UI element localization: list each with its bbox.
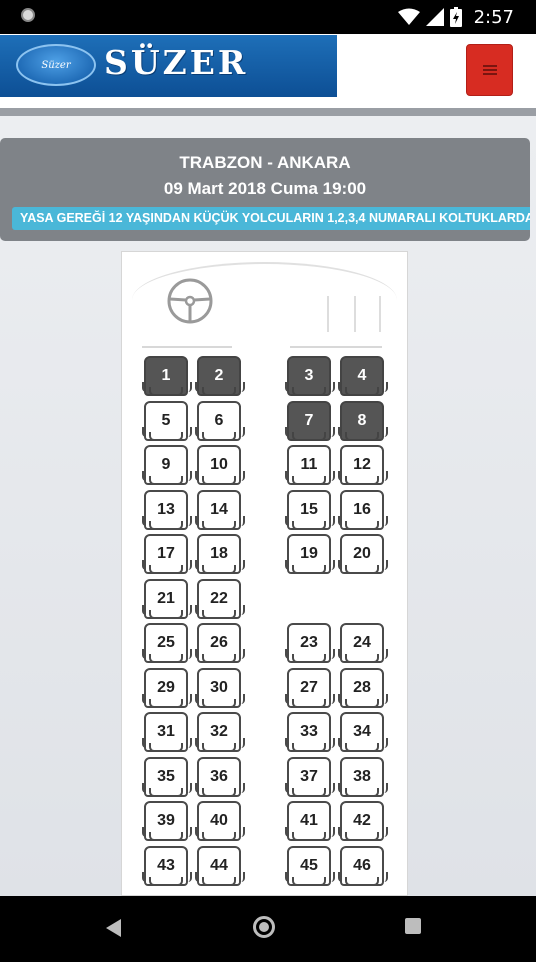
seat-44[interactable]: 44 (195, 845, 245, 886)
menu-button[interactable] (466, 44, 513, 96)
seat-6[interactable]: 6 (195, 400, 245, 441)
battery-charging-icon (449, 7, 462, 27)
trip-notice-marquee: YASA GEREĞİ 12 YAŞINDAN KÜÇÜK YOLCULARIN… (12, 207, 530, 230)
seat-37[interactable]: 37 (285, 756, 335, 797)
trip-datetime: 09 Mart 2018 Cuma 19:00 (163, 179, 367, 198)
home-icon[interactable] (253, 916, 275, 938)
front-separator-right (290, 346, 382, 348)
seat-43[interactable]: 43 (142, 845, 192, 886)
logo-emblem: Süzer (16, 44, 96, 86)
brand-name: SÜZER (104, 43, 249, 82)
seat-2[interactable]: 2 (195, 356, 245, 396)
seat-29[interactable]: 29 (142, 667, 192, 708)
logo-small-text: Süzer (41, 59, 71, 71)
seat-38[interactable]: 38 (338, 756, 388, 797)
android-nav-bar (0, 896, 536, 962)
seat-8[interactable]: 8 (338, 400, 388, 441)
seat-28[interactable]: 28 (338, 667, 388, 708)
hamburger-menu-icon (482, 69, 497, 71)
seat-31[interactable]: 31 (142, 712, 192, 752)
seat-19[interactable]: 19 (285, 534, 335, 574)
seat-24[interactable]: 24 (338, 623, 388, 663)
header-divider (0, 108, 536, 116)
seat-20[interactable]: 20 (338, 534, 388, 574)
seat-40[interactable]: 40 (195, 801, 245, 841)
seat-14[interactable]: 14 (195, 489, 245, 530)
seat-1[interactable]: 1 (142, 356, 192, 396)
back-icon[interactable] (106, 919, 121, 937)
app-header: Süzer SÜZER (0, 34, 536, 108)
seat-3[interactable]: 3 (285, 356, 335, 396)
seat-4[interactable]: 4 (338, 356, 388, 396)
seat-17[interactable]: 17 (142, 534, 192, 574)
seat-39[interactable]: 39 (142, 801, 192, 841)
seat-22[interactable]: 22 (195, 578, 245, 619)
seat-45[interactable]: 45 (285, 845, 335, 886)
seat-5[interactable]: 5 (142, 400, 192, 441)
seat-16[interactable]: 16 (338, 489, 388, 530)
seat-41[interactable]: 41 (285, 801, 335, 841)
seat-12[interactable]: 12 (338, 445, 388, 485)
signal-icon (425, 8, 444, 26)
seat-26[interactable]: 26 (195, 623, 245, 663)
seat-36[interactable]: 36 (195, 756, 245, 797)
seat-15[interactable]: 15 (285, 489, 335, 530)
notification-dot-icon (21, 8, 35, 22)
status-time: 2:57 (473, 6, 514, 28)
front-separator-left (142, 346, 232, 348)
seat-23[interactable]: 23 (285, 623, 335, 663)
door-icon (327, 296, 383, 332)
seat-33[interactable]: 33 (285, 712, 335, 752)
status-bar: 2:57 (0, 0, 536, 34)
seat-13[interactable]: 13 (142, 489, 192, 530)
seat-46[interactable]: 46 (338, 845, 388, 886)
seat-9[interactable]: 9 (142, 445, 192, 485)
seat-18[interactable]: 18 (195, 534, 245, 574)
seat-25[interactable]: 25 (142, 623, 192, 663)
seat-7[interactable]: 7 (285, 400, 335, 441)
trip-info-card: TRABZON - ANKARA 09 Mart 2018 Cuma 19:00… (0, 138, 530, 241)
seat-10[interactable]: 10 (195, 445, 245, 485)
bus-seat-map: 1 2 3 4 5 6 7 8 9 10 11 12 13 14 15 16 17 18 19 20 21 22 25 26 2… (121, 251, 408, 896)
seat-27[interactable]: 27 (285, 667, 335, 708)
recent-apps-icon[interactable] (405, 918, 421, 934)
seat-21[interactable]: 21 (142, 578, 192, 619)
seat-30[interactable]: 30 (195, 667, 245, 708)
seat-32[interactable]: 32 (195, 712, 245, 752)
wifi-icon (397, 8, 420, 25)
steering-wheel-icon (167, 278, 213, 324)
seat-42[interactable]: 42 (338, 801, 388, 841)
trip-route: TRABZON - ANKARA (179, 153, 351, 172)
seat-11[interactable]: 11 (285, 445, 335, 485)
status-icons: 2:57 (397, 5, 514, 29)
seat-35[interactable]: 35 (142, 756, 192, 797)
brand-logo[interactable]: Süzer SÜZER (0, 35, 337, 97)
seat-34[interactable]: 34 (338, 712, 388, 752)
